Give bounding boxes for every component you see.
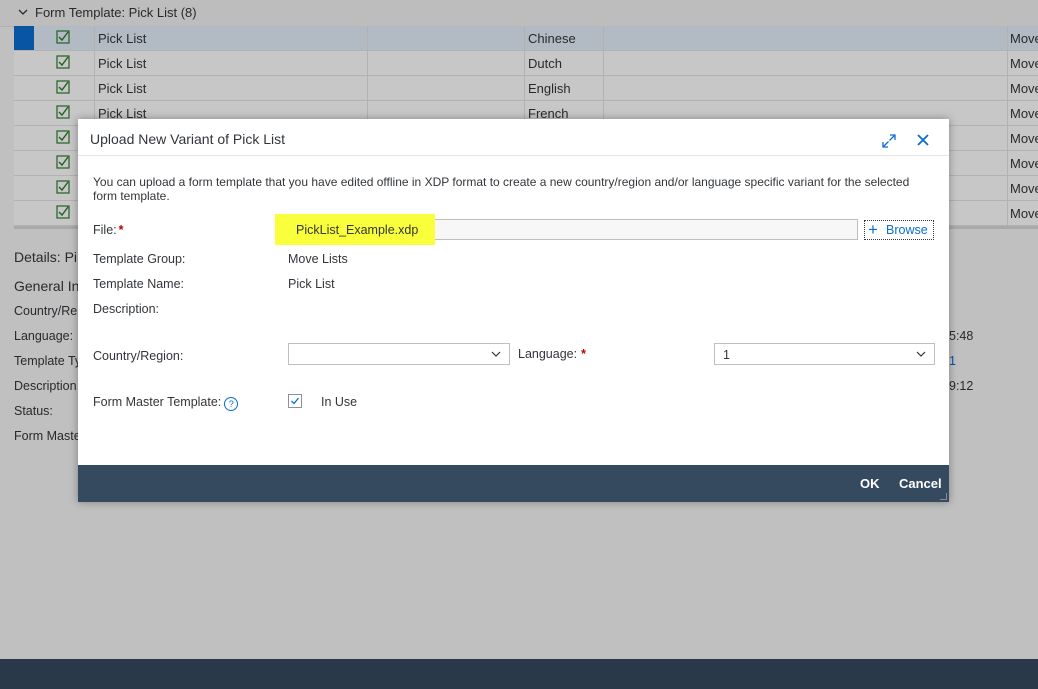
browse-label: Browse — [886, 223, 928, 237]
template-name-value: Pick List — [288, 277, 335, 291]
country-region-select[interactable] — [288, 343, 510, 365]
dialog-info-text: You can upload a form template that you … — [93, 175, 910, 203]
chevron-down-icon — [916, 351, 926, 357]
language-label: Language: * — [518, 347, 586, 361]
browse-button[interactable]: + Browse — [864, 220, 934, 240]
required-mark: * — [118, 223, 124, 237]
help-icon[interactable]: ? — [224, 397, 239, 411]
close-icon[interactable] — [916, 133, 930, 147]
chevron-down-icon — [491, 351, 501, 357]
checkmark-icon — [291, 397, 300, 405]
upload-variant-dialog: Upload New Variant of Pick List You can … — [78, 119, 949, 502]
file-path-value: PickList_Example.xdp — [296, 223, 419, 237]
country-region-label: Country/Region: — [93, 349, 184, 363]
ok-button[interactable]: OK — [860, 476, 880, 491]
template-group-label: Template Group: — [93, 252, 186, 266]
required-mark: * — [581, 347, 586, 361]
expand-icon[interactable] — [881, 133, 897, 149]
in-use-label: In Use — [321, 395, 358, 409]
file-label: File: * — [93, 223, 124, 237]
form-master-label-text: Form Master Template: — [93, 395, 222, 409]
language-label-text: Language: — [518, 347, 578, 361]
resize-handle[interactable] — [940, 493, 947, 500]
form-master-label: Form Master Template:? — [93, 395, 239, 411]
file-label-text: File: — [93, 223, 117, 237]
dialog-footer: OK Cancel — [78, 465, 949, 502]
description-label: Description: — [93, 302, 159, 316]
plus-icon: + — [868, 220, 878, 239]
cancel-button[interactable]: Cancel — [899, 476, 942, 491]
dialog-header: Upload New Variant of Pick List — [78, 119, 949, 156]
language-select[interactable]: 1 — [714, 343, 935, 365]
language-value: 1 — [723, 348, 730, 362]
in-use-checkbox[interactable] — [288, 394, 302, 408]
template-name-label: Template Name: — [93, 277, 185, 291]
template-group-value: Move Lists — [288, 252, 348, 266]
dialog-title: Upload New Variant of Pick List — [90, 131, 286, 147]
